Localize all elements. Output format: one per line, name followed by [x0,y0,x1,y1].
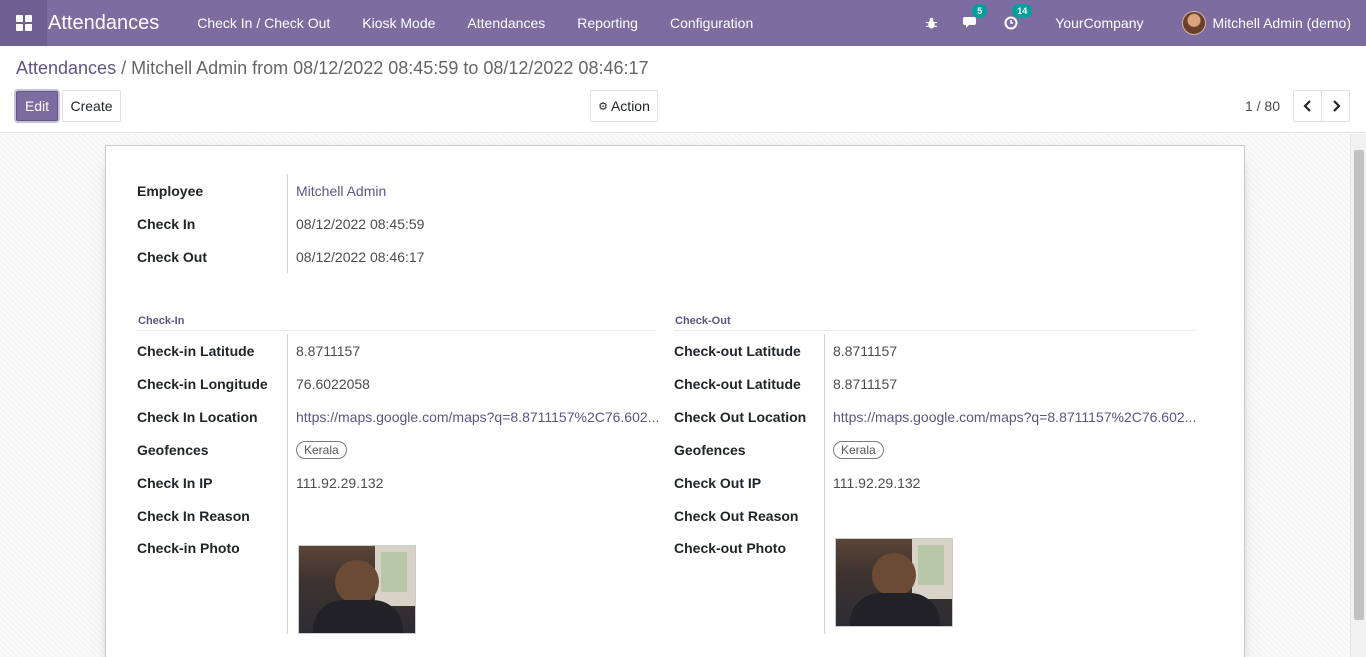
activities-count-badge: 14 [1012,4,1033,18]
check-in-geofence-tag: Kerala [296,440,347,459]
edit-button[interactable]: Edit [16,91,58,121]
activities-clock-icon[interactable]: 14 [1001,4,1033,33]
check-in-geofences-label: Geofences [137,441,209,458]
check-in-reason-field: Check In Reason [137,499,296,532]
check-in-geofences-field: Geofences Kerala [137,433,347,466]
pager-previous-button[interactable] [1293,90,1322,122]
check-out-geofences-field: Geofences Kerala [674,433,884,466]
check-out-longitude-value: 8.8711157 [824,367,897,400]
scrollbar-thumb[interactable] [1354,150,1364,620]
check-in-photo-image[interactable] [298,545,416,634]
check-out-geofences-label: Geofences [674,441,746,458]
menu-configuration[interactable]: Configuration [654,0,769,46]
check-out-location-link[interactable]: https://maps.google.com/maps?q=8.8711157… [833,409,1196,425]
check-in-location-link[interactable]: https://maps.google.com/maps?q=8.8711157… [296,409,659,425]
action-button[interactable]: ⚙ Action [590,90,658,122]
check-in-latitude-label: Check-in Latitude [137,342,255,359]
check-in-section-title: Check-In [138,315,185,327]
menu-kiosk-mode[interactable]: Kiosk Mode [346,0,451,46]
check-out-photo-label: Check-out Photo [674,540,786,556]
check-in-label: Check In [137,215,196,232]
check-in-ip-label: Check In IP [137,474,213,491]
menu-check-in-check-out[interactable]: Check In / Check Out [181,0,346,46]
chevron-right-icon [1332,100,1341,112]
check-in-separator [137,330,657,331]
apps-menu-icon[interactable] [0,0,47,46]
debug-bug-icon[interactable] [921,13,941,33]
check-out-ip-field: Check Out IP 111.92.29.132 [674,466,920,499]
check-in-ip-value: 111.92.29.132 [287,466,383,499]
check-out-geofence-tag: Kerala [833,440,884,459]
chevron-left-icon [1302,100,1311,112]
check-in-photo-field: Check-in Photo [137,532,416,634]
user-menu[interactable]: Mitchell Admin (demo) [1213,15,1352,31]
gear-icon: ⚙ [598,100,608,113]
app-title[interactable]: Attendances [48,12,159,35]
check-out-reason-value [824,499,833,532]
check-out-location-field: Check Out Location https://maps.google.c… [674,400,1196,433]
check-out-section-title: Check-Out [675,315,731,327]
check-out-latitude-value: 8.8711157 [824,334,897,367]
menu-attendances[interactable]: Attendances [451,0,561,46]
breadcrumb-current: Mitchell Admin from 08/12/2022 08:45:59 … [131,58,649,78]
employee-link[interactable]: Mitchell Admin [296,183,386,199]
check-out-ip-label: Check Out IP [674,474,762,491]
messages-chat-icon[interactable]: 5 [961,4,988,33]
top-navbar: Attendances Check In / Check Out Kiosk M… [0,0,1366,46]
breadcrumb: Attendances / Mitchell Admin from 08/12/… [16,58,649,79]
check-in-location-label: Check In Location [137,408,258,425]
check-in-location-field: Check In Location https://maps.google.co… [137,400,659,433]
check-out-photo-field: Check-out Photo [674,532,953,634]
breadcrumb-attendances-link[interactable]: Attendances [16,58,116,78]
check-out-label: Check Out [137,248,208,265]
menu-reporting[interactable]: Reporting [561,0,654,46]
check-out-location-label: Check Out Location [674,408,807,425]
action-label: Action [610,98,650,114]
check-in-longitude-label: Check-in Longitude [137,375,268,392]
check-in-reason-value [287,499,296,532]
check-out-reason-label: Check Out Reason [674,507,799,524]
check-in-latitude-field: Check-in Latitude 8.8711157 [137,334,360,367]
control-panel: Attendances / Mitchell Admin from 08/12/… [0,46,1366,133]
check-in-field: Check In 08/12/2022 08:45:59 [137,207,424,240]
check-in-reason-label: Check In Reason [137,507,250,524]
vertical-scrollbar[interactable] [1350,134,1366,657]
check-in-value: 08/12/2022 08:45:59 [287,207,424,240]
check-in-longitude-value: 76.6022058 [287,367,370,400]
breadcrumb-separator: / [121,58,127,78]
check-out-field: Check Out 08/12/2022 08:46:17 [137,240,424,273]
form-sheet: Employee Mitchell Admin Check In 08/12/2… [105,145,1245,657]
user-avatar[interactable] [1181,11,1206,35]
check-in-latitude-value: 8.8711157 [287,334,360,367]
company-switcher[interactable]: YourCompany [1055,15,1143,31]
create-button[interactable]: Create [62,90,121,122]
check-out-reason-field: Check Out Reason [674,499,833,532]
check-in-longitude-field: Check-in Longitude 76.6022058 [137,367,370,400]
check-in-ip-field: Check In IP 111.92.29.132 [137,466,383,499]
check-out-separator [674,330,1196,331]
check-out-photo-image[interactable] [835,538,953,627]
check-out-longitude-label: Check-out Latitude [674,375,801,392]
check-out-ip-value: 111.92.29.132 [824,466,920,499]
messages-count-badge: 5 [972,4,988,18]
employee-field: Employee Mitchell Admin [137,174,386,207]
pager-value: 1 / 80 [1244,98,1280,114]
check-out-value: 08/12/2022 08:46:17 [287,240,424,273]
check-in-photo-label: Check-in Photo [137,540,240,556]
check-out-latitude-label: Check-out Latitude [674,342,801,359]
employee-label: Employee [137,182,204,199]
check-out-latitude-field: Check-out Latitude 8.8711157 [674,334,897,367]
check-out-longitude-field: Check-out Latitude 8.8711157 [674,367,897,400]
pager-next-button[interactable] [1321,90,1350,122]
